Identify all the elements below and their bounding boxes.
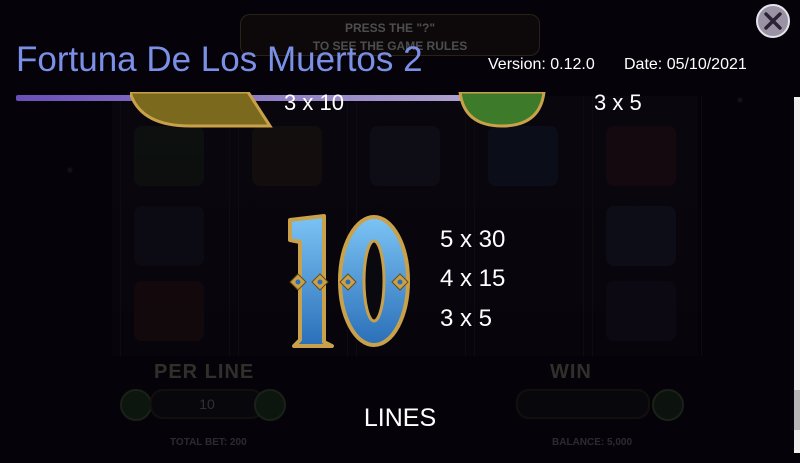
pay-line-3: 3 x 5 (440, 305, 493, 332)
prev-pay-left: 3 x 10 (284, 90, 344, 115)
close-icon (764, 12, 782, 30)
section-title-lines: LINES (363, 404, 437, 432)
date-text: Date: 05/10/2021 (624, 56, 747, 73)
pay-line-4: 4 x 15 (440, 265, 506, 292)
q-symbol-partial (130, 92, 273, 128)
pay-line-5: 5 x 30 (440, 226, 506, 253)
prev-pay-right: 3 x 5 (594, 90, 642, 115)
ten-symbol-icon (288, 214, 410, 348)
j-symbol-partial (458, 92, 546, 128)
close-button[interactable] (756, 4, 790, 38)
game-title: Fortuna De Los Muertos 2 (16, 40, 423, 79)
version-text: Version: 0.12.0 (488, 56, 595, 73)
